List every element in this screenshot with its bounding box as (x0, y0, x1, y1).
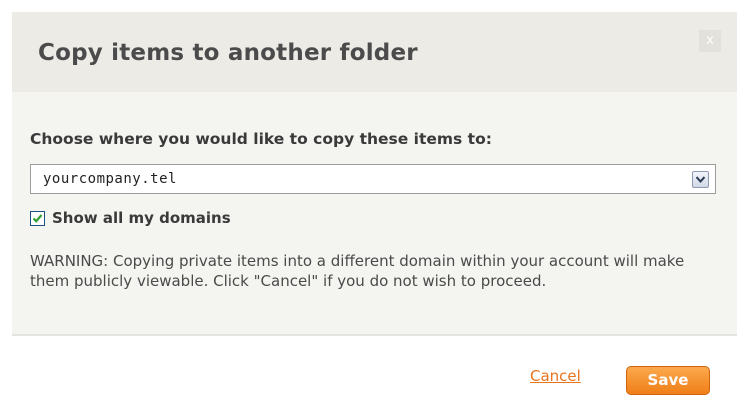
close-button[interactable]: x (699, 30, 721, 52)
chevron-down-glyph (696, 176, 705, 183)
copy-items-dialog: Copy items to another folder x Choose wh… (0, 0, 750, 411)
destination-prompt: Choose where you would like to copy thes… (30, 130, 492, 148)
show-all-domains-label[interactable]: Show all my domains (52, 208, 231, 229)
dialog-title: Copy items to another folder (38, 40, 418, 66)
warning-message: WARNING: Copying private items into a di… (30, 252, 685, 290)
destination-select[interactable]: yourcompany.tel (30, 164, 716, 194)
footer-divider (12, 334, 737, 336)
checkmark-icon (32, 214, 43, 223)
cancel-link[interactable]: Cancel (530, 367, 581, 385)
save-button[interactable]: Save (626, 366, 710, 395)
show-all-domains-checkbox[interactable] (30, 211, 45, 226)
destination-select-value: yourcompany.tel (43, 171, 177, 187)
chevron-down-icon[interactable] (692, 171, 709, 188)
